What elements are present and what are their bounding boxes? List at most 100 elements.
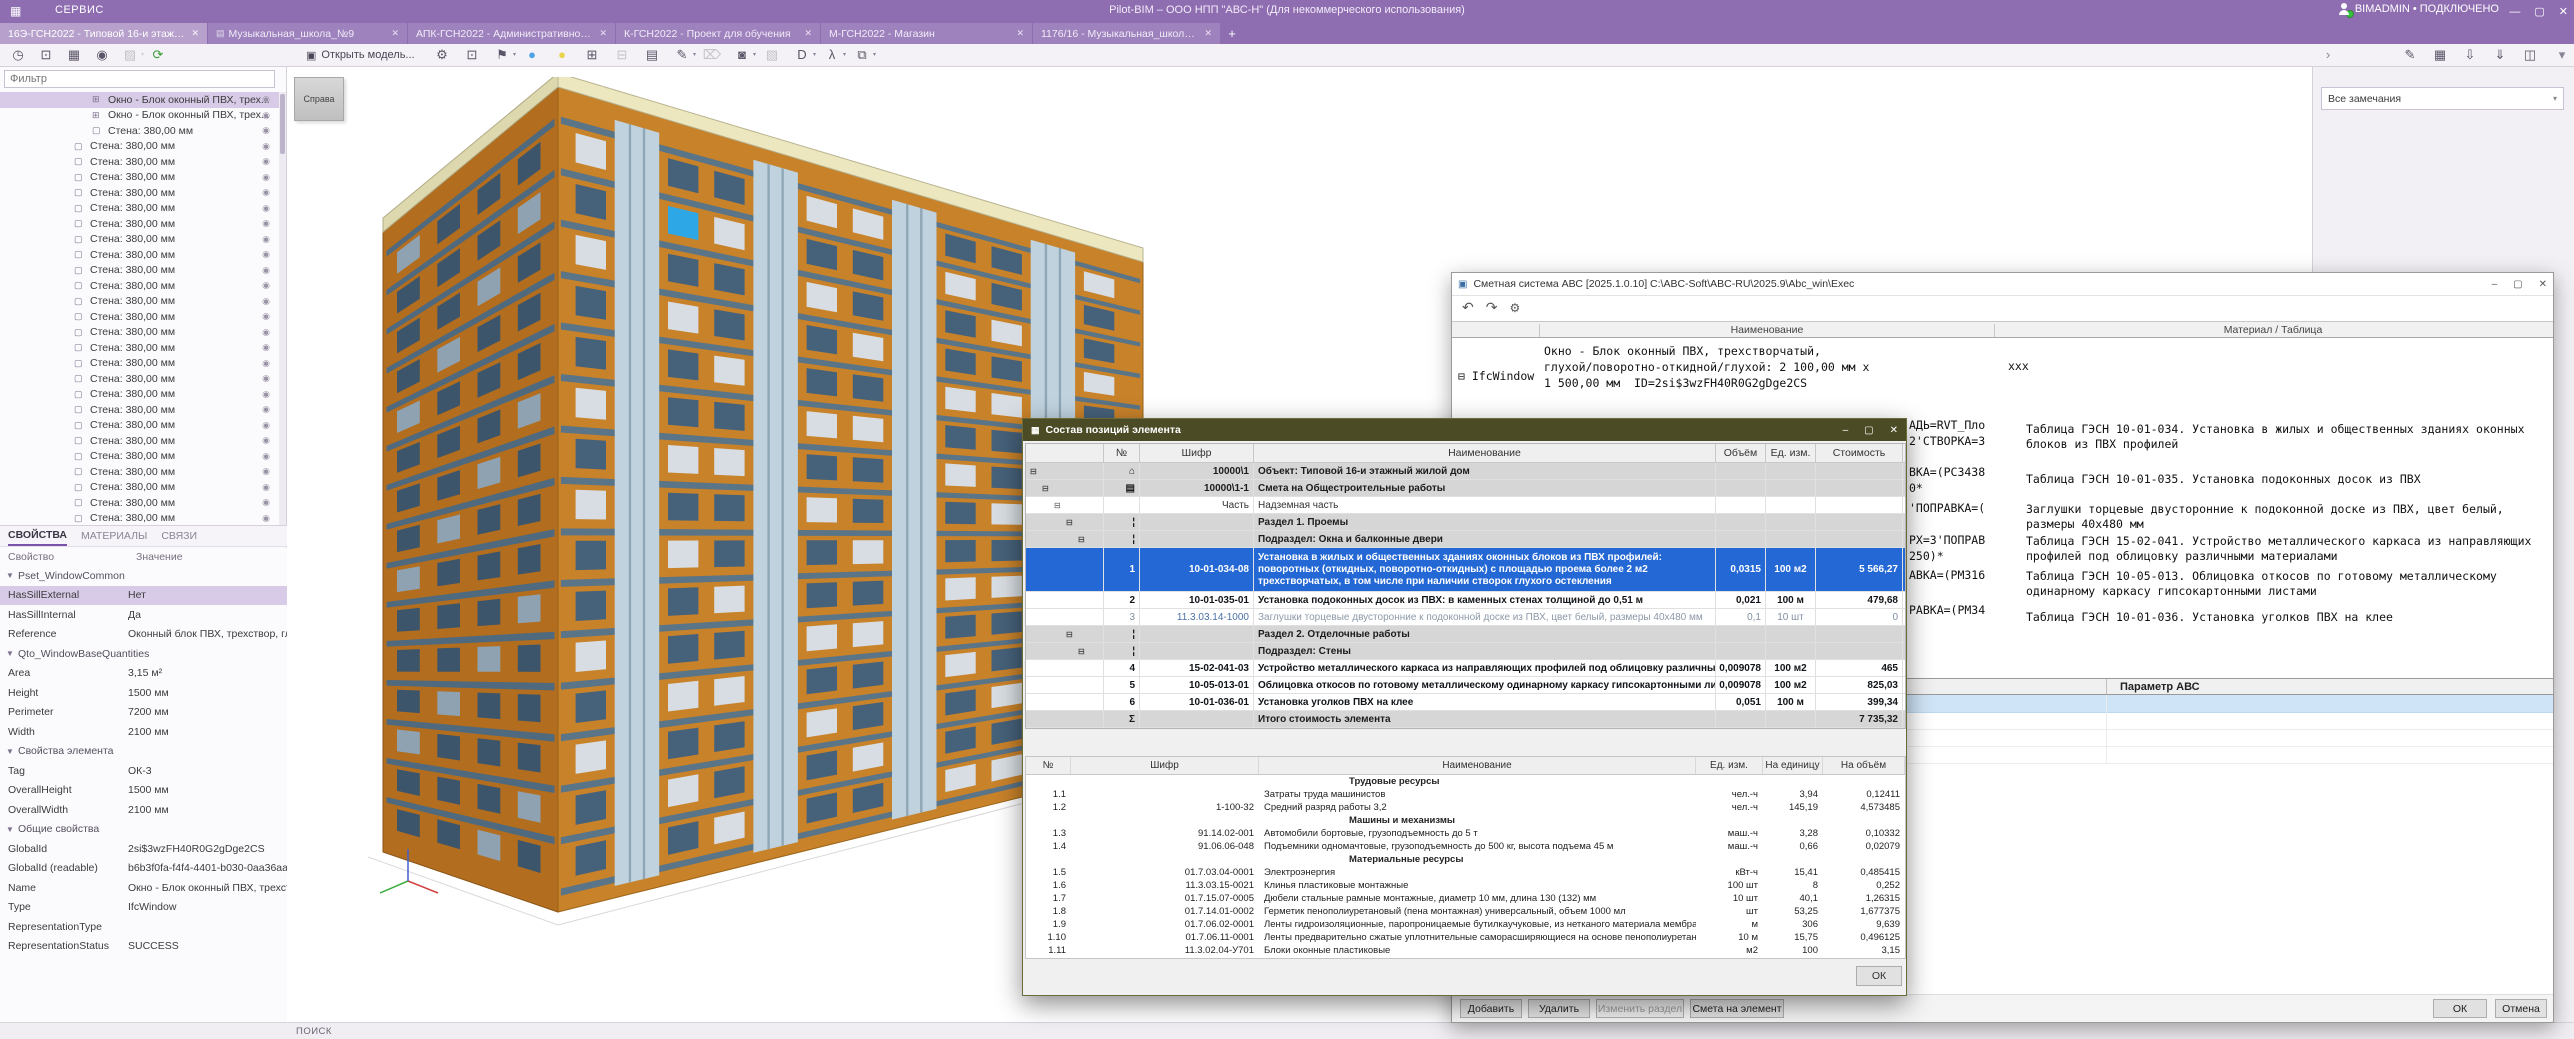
panel-icon[interactable]: ◫ xyxy=(2518,46,2542,64)
property-row[interactable]: RepresentationType xyxy=(0,917,287,937)
visibility-eye-icon[interactable]: ◉ xyxy=(262,280,270,291)
resource-row[interactable]: 1.491.06.06-048Подъемники одномачтовые, … xyxy=(1026,840,1905,853)
document-tab[interactable]: М-ГСН2022 - Магазин✕ xyxy=(821,23,1033,44)
resource-row[interactable]: 1.701.7.15.07-0005Дюбели стальные рамные… xyxy=(1026,892,1905,905)
expander-icon[interactable] xyxy=(1026,609,1104,625)
expander-icon[interactable] xyxy=(1026,592,1104,608)
fit-view-icon[interactable]: ⊡ xyxy=(34,46,58,64)
resource-row[interactable]: 1.1Затраты труда машинистовчел.-ч3,940,1… xyxy=(1026,788,1905,801)
position-row[interactable]: ⊟¦Подраздел: Стены xyxy=(1026,643,1905,660)
tree-item[interactable]: ▢Стена: 380,00 мм◉ xyxy=(0,185,280,201)
tree-filter-input[interactable] xyxy=(4,70,275,88)
visibility-eye-icon[interactable]: ◉ xyxy=(262,513,270,524)
position-row[interactable]: ⊟¦Раздел 2. Отделочные работы xyxy=(1026,626,1905,643)
tab-close-icon[interactable]: ✕ xyxy=(391,28,399,39)
abc-cancel-button[interactable]: Отмена xyxy=(2495,999,2547,1018)
tree-item[interactable]: ▢Стена: 380,00 мм◉ xyxy=(0,495,280,511)
visibility-eye-icon[interactable]: ◉ xyxy=(262,156,270,167)
visibility-eye-icon[interactable]: ◉ xyxy=(262,327,270,338)
abc-ifc-node[interactable]: ⊟ IfcWindow xyxy=(1458,369,1534,383)
abc-element-estimate-button[interactable]: Смета на элемент xyxy=(1690,999,1784,1018)
expander-icon[interactable] xyxy=(1026,677,1104,693)
visibility-eye-icon[interactable]: ◉ xyxy=(262,311,270,322)
box-add-icon[interactable]: ⊞ xyxy=(580,46,604,64)
tab-close-icon[interactable]: ✕ xyxy=(599,28,607,39)
tree-item[interactable]: ▢Стена: 380,00 мм◉ xyxy=(0,139,280,155)
chevron-down-icon[interactable]: ▾ xyxy=(2550,46,2574,64)
tree-item[interactable]: ▢Стена: 380,00 мм◉ xyxy=(0,480,280,496)
property-row[interactable]: Width2100 мм xyxy=(0,722,287,742)
position-row[interactable]: 210-01-035-01Установка подоконных досок … xyxy=(1026,592,1905,609)
print-icon[interactable]: ⇩ xyxy=(2458,46,2482,64)
resource-row[interactable]: 1.611.3.03.15-0021Клинья пластиковые мон… xyxy=(1026,879,1905,892)
tree-item[interactable]: ▢Стена: 380,00 мм◉ xyxy=(0,418,280,434)
property-row[interactable]: Area3,15 м² xyxy=(0,664,287,684)
close-button[interactable]: ✕ xyxy=(2559,5,2568,18)
tree-item[interactable]: ▢Стена: 380,00 мм◉ xyxy=(0,309,280,325)
visibility-eye-icon[interactable]: ◉ xyxy=(262,466,270,477)
position-row[interactable]: 311.3.03.14-1000Заглушки торцевые двусто… xyxy=(1026,609,1905,626)
visibility-eye-icon[interactable]: ◉ xyxy=(262,125,270,136)
tree-item[interactable]: ▢Стена: 380,00 мм◉ xyxy=(0,294,280,310)
resource-row[interactable]: 1.391.14.02-001Автомобили бортовые, груз… xyxy=(1026,827,1905,840)
view-cube[interactable]: Справа xyxy=(294,77,344,121)
property-row[interactable]: OverallHeight1500 мм xyxy=(0,781,287,801)
tab-close-icon[interactable]: ✕ xyxy=(1204,28,1212,39)
tree-item[interactable]: ⊞Окно - Блок оконный ПВХ, трех...◉ xyxy=(0,108,280,124)
visibility-eye-icon[interactable]: ◉ xyxy=(262,482,270,493)
document-tab[interactable]: К-ГСН2022 - Проект для обучения✕ xyxy=(616,23,821,44)
property-row[interactable]: Height1500 мм xyxy=(0,683,287,703)
tab-close-icon[interactable]: ✕ xyxy=(1016,28,1024,39)
property-group[interactable]: ▼Общие свойства xyxy=(0,820,287,840)
property-row[interactable]: GlobalId (readable)b6b3f0fa-f4f4-4401-b0… xyxy=(0,859,287,879)
expander-icon[interactable]: ⊟ xyxy=(1026,480,1104,496)
gear-icon[interactable]: ⚙ xyxy=(1509,301,1520,315)
resource-row[interactable]: 1.21-100-32Средний разряд работы 3,2чел.… xyxy=(1026,801,1905,814)
resource-row[interactable]: Трудовые ресурсы xyxy=(1026,775,1905,788)
abc-minimize-button[interactable]: – xyxy=(2492,279,2498,290)
document-tab[interactable]: 16Э-ГСН2022 - Типовой 16-и этажный ЖД_..… xyxy=(0,23,208,44)
new-tab-button[interactable]: + xyxy=(1221,23,1243,44)
visibility-eye-icon[interactable]: ◉ xyxy=(262,234,270,245)
dialog-minimize-button[interactable]: – xyxy=(1843,425,1849,436)
tree-item[interactable]: ▢Стена: 380,00 мм◉ xyxy=(0,232,280,248)
maximize-button[interactable]: ▢ xyxy=(2534,5,2544,18)
visibility-eye-icon[interactable]: ◉ xyxy=(262,389,270,400)
position-row[interactable]: ⊟¦Раздел 1. Проемы xyxy=(1026,514,1905,531)
position-row[interactable]: ⊟¦Подраздел: Окна и балконные двери xyxy=(1026,531,1905,548)
user-badge[interactable]: BIMADMIN • ПОДКЛЮЧЕНО xyxy=(2338,3,2499,15)
expander-icon[interactable] xyxy=(1026,548,1104,591)
visibility-eye-icon[interactable]: ◉ xyxy=(262,451,270,462)
abc-d-icon[interactable]: D xyxy=(790,46,814,64)
visibility-eye-icon[interactable]: ◉ xyxy=(262,249,270,260)
dialog-close-button[interactable]: ✕ xyxy=(1890,425,1898,436)
position-row[interactable]: 610-01-036-01Установка уголков ПВХ на кл… xyxy=(1026,694,1905,711)
tree-item[interactable]: ▢Стена: 380,00 мм◉ xyxy=(0,511,280,526)
resource-row[interactable]: 1.501.7.03.04-0001ЭлектроэнергиякВт-ч15,… xyxy=(1026,866,1905,879)
abc-ok-button[interactable]: ОК xyxy=(2433,999,2487,1018)
section-box-icon[interactable]: ▦ xyxy=(62,46,86,64)
abc-lambda-icon[interactable]: λ xyxy=(820,46,844,64)
property-row[interactable]: OverallWidth2100 мм xyxy=(0,800,287,820)
tree-item[interactable]: ▢Стена: 380,00 мм◉ xyxy=(0,123,280,139)
tree-item[interactable]: ▢Стена: 380,00 мм◉ xyxy=(0,201,280,217)
visibility-eye-icon[interactable]: ◉ xyxy=(262,420,270,431)
visibility-eye-icon[interactable]: ◉ xyxy=(262,218,270,229)
clip-plane-icon[interactable]: ⚑ xyxy=(490,46,514,64)
tree-item[interactable]: ⊞Окно - Блок оконный ПВХ, трех...◉ xyxy=(0,92,280,108)
visibility-eye-icon[interactable]: ◉ xyxy=(262,358,270,369)
point-yellow-icon[interactable]: ● xyxy=(550,46,574,64)
visibility-icon[interactable]: ◉ xyxy=(90,46,114,64)
abc-link-icon[interactable]: ⧉ xyxy=(850,46,874,64)
visibility-eye-icon[interactable]: ◉ xyxy=(262,94,270,105)
visibility-eye-icon[interactable]: ◉ xyxy=(262,497,270,508)
property-row[interactable]: HasSillInternalДа xyxy=(0,605,287,625)
tree-item[interactable]: ▢Стена: 380,00 мм◉ xyxy=(0,340,280,356)
tree-item[interactable]: ▢Стена: 380,00 мм◉ xyxy=(0,247,280,263)
position-row[interactable]: ⊟▤10000\1-1Смета на Общестроительные раб… xyxy=(1026,480,1905,497)
tree-item[interactable]: ▢Стена: 380,00 мм◉ xyxy=(0,464,280,480)
remarks-filter-select[interactable]: Все замечания ▾ xyxy=(2321,87,2564,110)
property-group[interactable]: ▼Свойства элемента xyxy=(0,742,287,762)
visibility-eye-icon[interactable]: ◉ xyxy=(262,265,270,276)
tree-item[interactable]: ▢Стена: 380,00 мм◉ xyxy=(0,216,280,232)
